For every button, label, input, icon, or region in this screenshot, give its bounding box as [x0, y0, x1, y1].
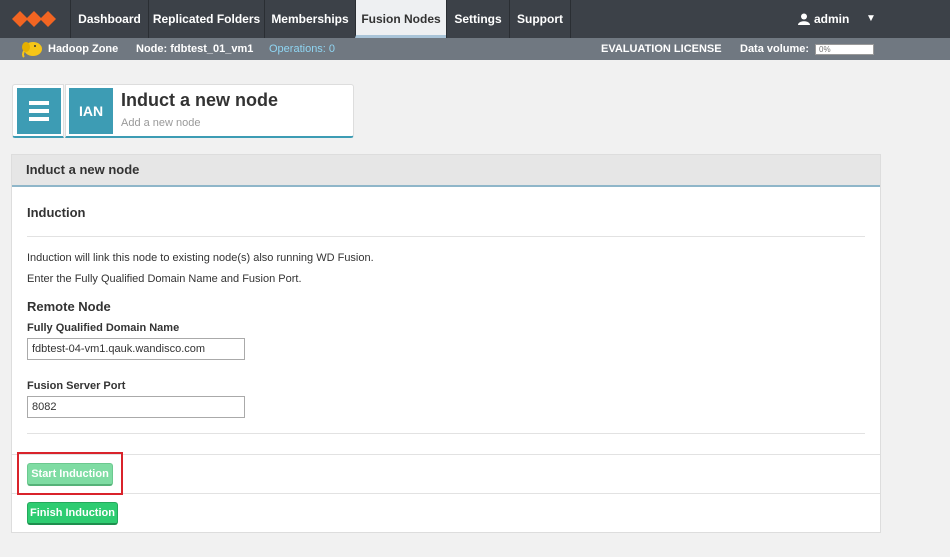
top-nav: Dashboard Replicated Folders Memberships…	[0, 0, 950, 38]
wandisco-logo-icon[interactable]	[12, 8, 60, 30]
page-menu-button[interactable]	[12, 84, 64, 138]
tab-settings[interactable]: Settings	[446, 0, 509, 38]
divider	[12, 493, 880, 494]
page-header-card: IAN Induct a new node Add a new node	[65, 84, 354, 138]
highlight-box	[17, 452, 123, 495]
fqdn-input[interactable]	[27, 338, 245, 360]
operations-count[interactable]: Operations: 0	[269, 38, 335, 60]
port-input[interactable]	[27, 396, 245, 418]
node-name: Node: fdbtest_01_vm1	[136, 43, 254, 55]
divider	[27, 236, 865, 237]
divider	[27, 433, 865, 434]
page-title: Induct a new node	[121, 90, 279, 110]
divider	[12, 454, 880, 455]
port-label: Fusion Server Port	[27, 380, 126, 392]
page-subtitle: Add a new node	[121, 117, 201, 129]
data-volume-bar: 0%	[815, 44, 874, 55]
data-volume-label: Data volume:	[740, 43, 810, 55]
description-line-2: Enter the Fully Qualified Domain Name an…	[27, 273, 302, 285]
description-line-1: Induction will link this node to existin…	[27, 252, 374, 264]
user-menu[interactable]: admin	[798, 0, 849, 38]
status-bar: Hadoop Zone Node: fdbtest_01_vm1 Operati…	[0, 38, 950, 60]
page-badge: IAN	[69, 88, 113, 134]
remote-node-title: Remote Node	[27, 299, 111, 314]
hadoop-elephant-icon	[22, 42, 42, 58]
hamburger-icon	[17, 88, 61, 134]
tab-fusion-nodes[interactable]: Fusion Nodes	[355, 0, 446, 38]
tab-memberships[interactable]: Memberships	[264, 0, 355, 38]
panel-title: Induct a new node	[12, 155, 880, 187]
zone-name: Hadoop Zone	[48, 43, 119, 55]
user-icon	[798, 13, 810, 25]
data-volume-value: 0%	[819, 45, 831, 54]
tab-support[interactable]: Support	[509, 0, 571, 38]
induct-panel: Induct a new node Induction Induction wi…	[11, 154, 881, 533]
tab-dashboard[interactable]: Dashboard	[70, 0, 148, 38]
finish-induction-button[interactable]: Finish Induction	[27, 502, 118, 525]
section-title: Induction	[27, 205, 86, 220]
license-label: EVALUATION LICENSE	[601, 43, 722, 55]
caret-down-icon[interactable]: ▼	[866, 0, 876, 38]
fqdn-label: Fully Qualified Domain Name	[27, 322, 180, 334]
username: admin	[814, 12, 850, 26]
tab-replicated-folders[interactable]: Replicated Folders	[148, 0, 264, 38]
